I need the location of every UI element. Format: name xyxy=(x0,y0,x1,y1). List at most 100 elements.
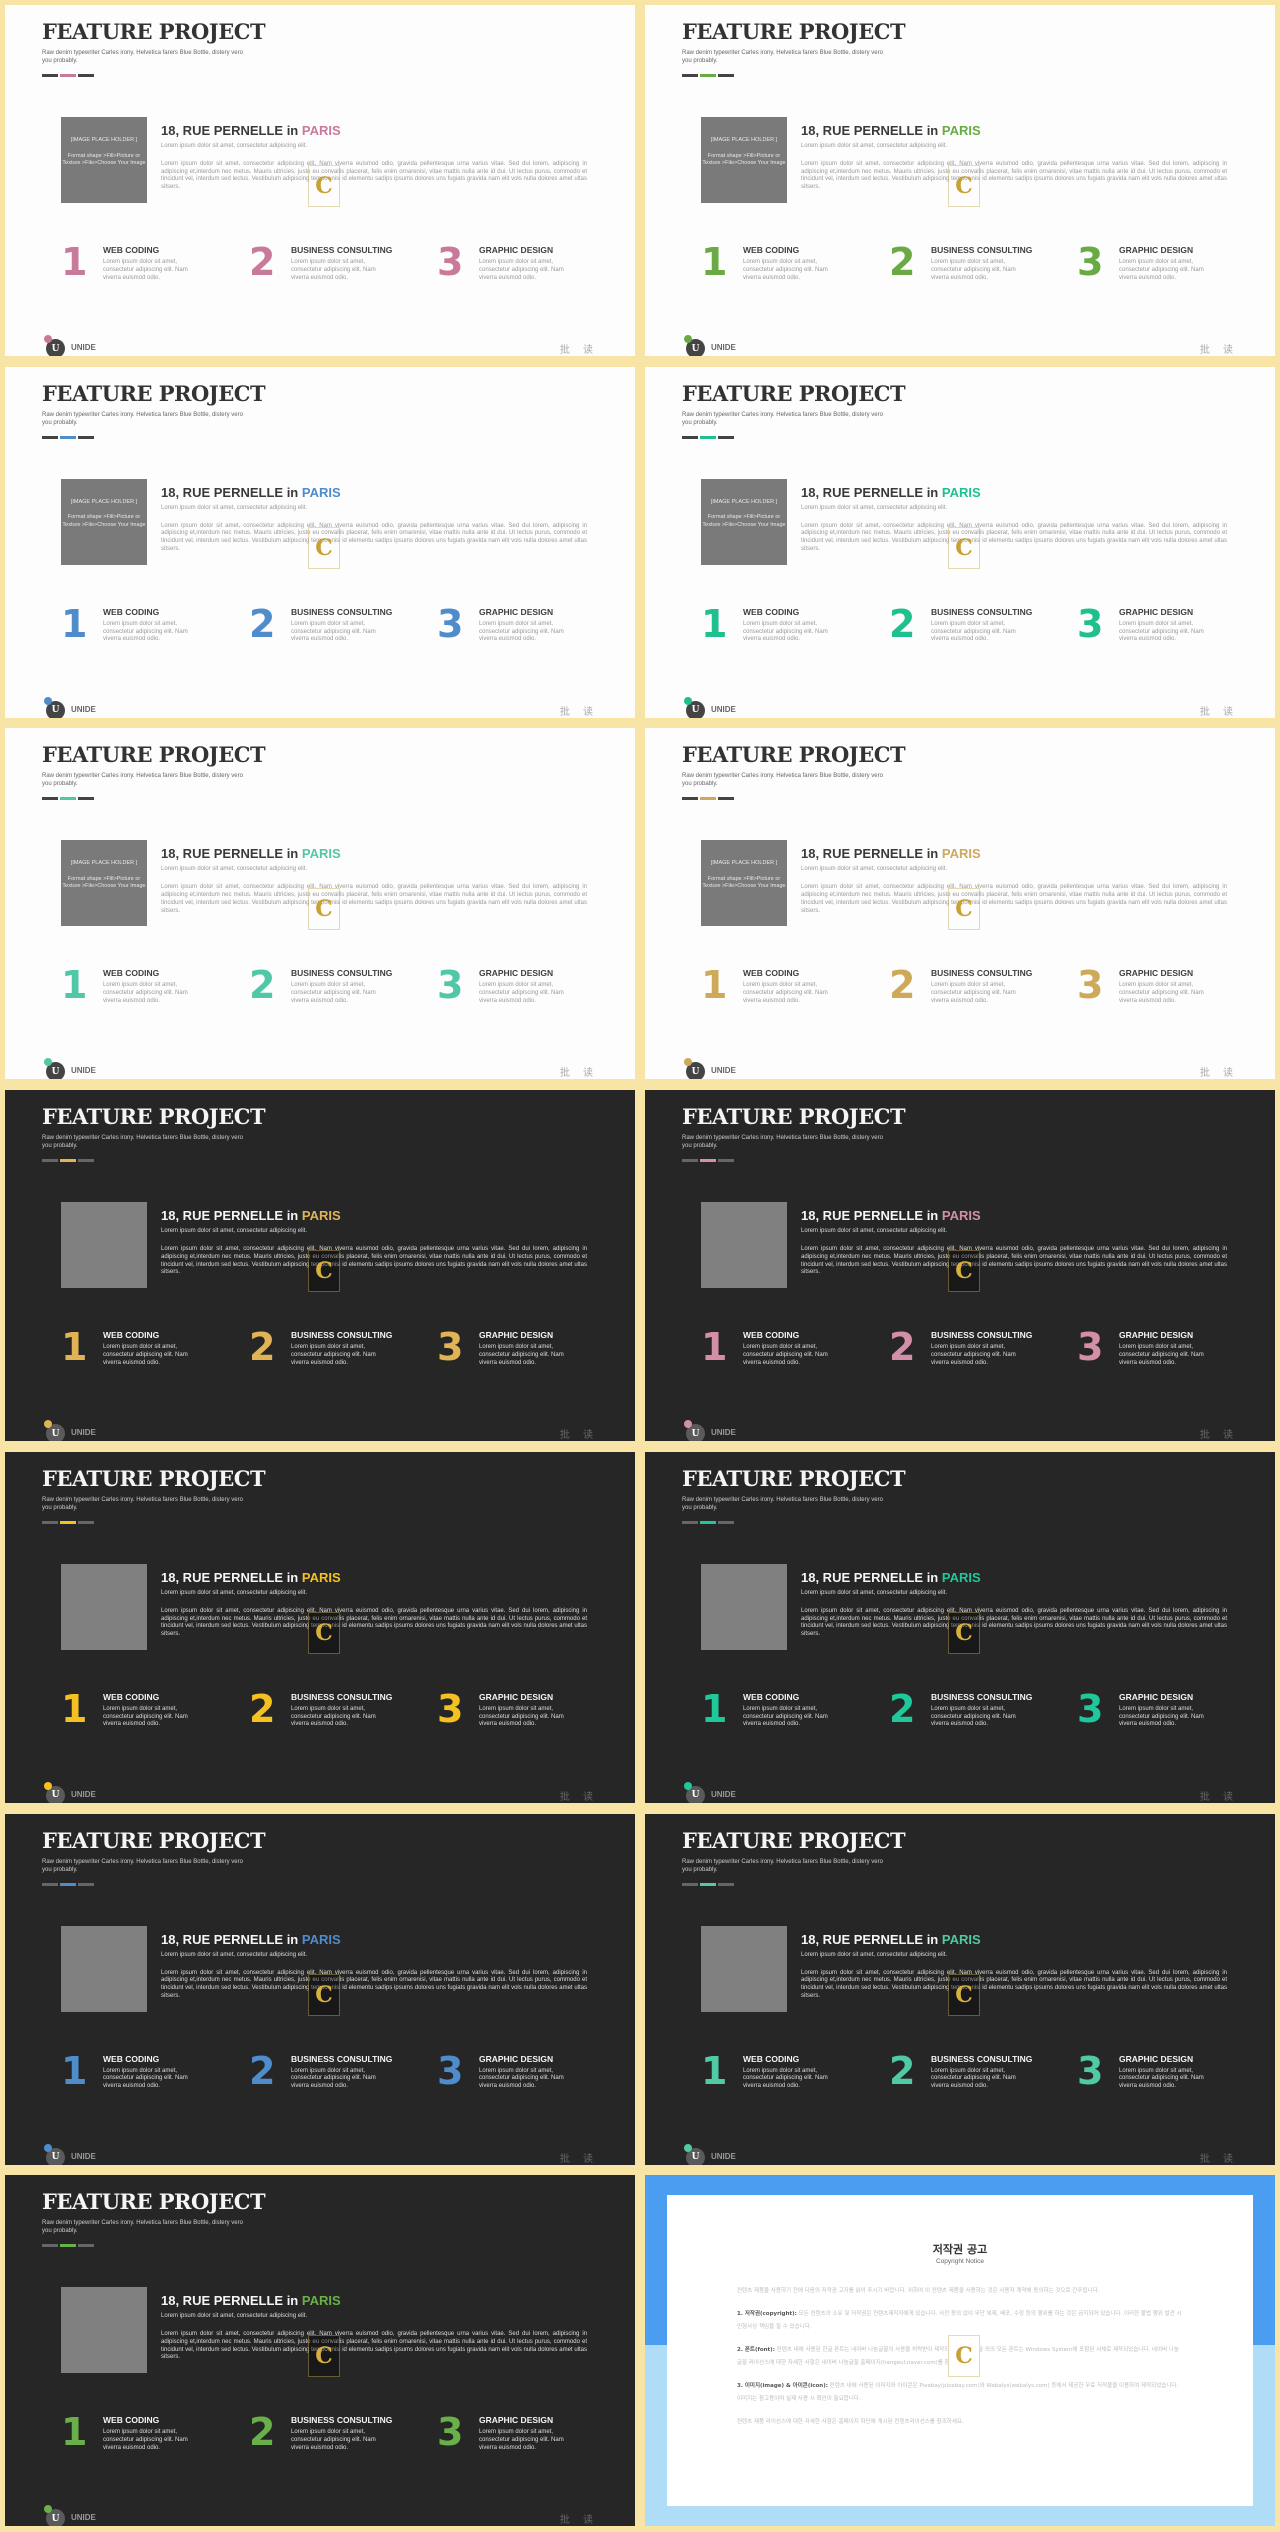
body-paragraph: Lorem ipsum dolor sit amet, consectetur … xyxy=(161,1969,587,1999)
feature-description: Lorem ipsum dolor sit amet, consectetur … xyxy=(479,259,564,281)
unide-logo: U UNIDE xyxy=(682,2143,752,2165)
feature-description: Lorem ipsum dolor sit amet, consectetur … xyxy=(479,982,564,1005)
feature-title: GRAPHIC DESIGN xyxy=(1119,1330,1194,1341)
feature-project-slide[interactable]: FEATURE PROJECT Raw denim typewriter Car… xyxy=(5,1813,635,2165)
headline-address: 18, RUE PERNELLE in xyxy=(801,123,942,138)
feature-item: 1 WEB CODING Lorem ipsum dolor sit amet, c… xyxy=(701,1688,881,1738)
image-placeholder[interactable]: [IMAGE PLACE HOLDER ] Format shape >Fill… xyxy=(61,840,147,927)
slide-title: FEATURE PROJECT xyxy=(42,1104,266,1130)
feature-title: WEB CODING xyxy=(103,2415,160,2426)
feature-item: 1 WEB CODING Lorem ipsum dolor sit amet, c… xyxy=(61,2050,241,2100)
watermark-c-icon: C xyxy=(308,1250,340,1293)
body-paragraph: Lorem ipsum dolor sit amet, consectetur … xyxy=(801,1969,1227,1999)
feature-description: Lorem ipsum dolor sit amet, consectetur … xyxy=(103,259,188,281)
feature-title: GRAPHIC DESIGN xyxy=(1119,1691,1194,1702)
headline-city: PARIS xyxy=(301,484,341,500)
headline-city: PARIS xyxy=(301,846,341,862)
image-placeholder[interactable]: [IMAGE PLACE HOLDER ] Format shape >Fill… xyxy=(61,117,147,203)
feature-project-slide[interactable]: FEATURE PROJECT Raw denim typewriter Car… xyxy=(645,728,1275,1080)
headline-address: 18, RUE PERNELLE in xyxy=(161,1208,302,1224)
feature-item: 3 GRAPHIC DESIGN Lorem ipsum dolor sit ame… xyxy=(437,1688,617,1738)
feature-number: 2 xyxy=(249,1325,276,1370)
image-placeholder[interactable] xyxy=(701,1563,787,1650)
feature-project-slide[interactable]: FEATURE PROJECT Raw denim typewriter Car… xyxy=(645,366,1275,718)
feature-project-slide[interactable]: FEATURE PROJECT Raw denim typewriter Car… xyxy=(5,2175,635,2527)
divider-segment xyxy=(78,2244,94,2248)
image-placeholder[interactable] xyxy=(61,1202,147,1289)
title-divider xyxy=(42,1520,94,1524)
feature-title: WEB CODING xyxy=(103,2053,160,2064)
location-headline: 18, RUE PERNELLE in PARIS xyxy=(801,1208,981,1223)
image-placeholder[interactable] xyxy=(61,1925,147,2012)
feature-project-slide[interactable]: FEATURE PROJECT Raw denim typewriter Car… xyxy=(5,728,635,1080)
feature-project-slide[interactable]: FEATURE PROJECT Raw denim typewriter Car… xyxy=(5,366,635,718)
image-placeholder[interactable]: [IMAGE PLACE HOLDER ] Format shape >Fill… xyxy=(701,117,787,203)
feature-description: Lorem ipsum dolor sit amet, consectetur … xyxy=(743,1705,828,1728)
feature-project-slide[interactable]: FEATURE PROJECT Raw denim typewriter Car… xyxy=(5,1090,635,1442)
divider-accent-segment xyxy=(700,797,716,801)
feature-project-slide[interactable]: FEATURE PROJECT Raw denim typewriter Car… xyxy=(645,5,1275,356)
feature-description: Lorem ipsum dolor sit amet, consectetur … xyxy=(291,259,376,281)
corner-label: 批 读 xyxy=(559,2515,598,2527)
feature-description: Lorem ipsum dolor sit amet, consectetur … xyxy=(743,620,828,643)
slide-subtitle: Raw denim typewriter Carles irony. Helve… xyxy=(682,773,883,788)
location-headline: 18, RUE PERNELLE in PARIS xyxy=(801,1570,981,1585)
feature-number: 1 xyxy=(61,601,88,646)
feature-number: 2 xyxy=(249,601,276,646)
feature-item: 1 WEB CODING Lorem ipsum dolor sit amet, c… xyxy=(61,1688,241,1738)
divider-segment xyxy=(682,435,698,439)
placeholder-instructions: Format shape >Fill>Picture or Texture >F… xyxy=(62,875,146,890)
headline-address: 18, RUE PERNELLE in xyxy=(801,1931,942,1947)
feature-project-slide[interactable]: FEATURE PROJECT Raw denim typewriter Car… xyxy=(645,1813,1275,2165)
feature-item: 1 WEB CODING Lorem ipsum dolor sit amet, c… xyxy=(61,1326,241,1376)
title-divider xyxy=(42,74,94,77)
feature-description: Lorem ipsum dolor sit amet, consectetur … xyxy=(1119,2067,1204,2090)
image-placeholder[interactable] xyxy=(701,1202,787,1289)
feature-title: BUSINESS CONSULTING xyxy=(931,968,1033,979)
unide-logo: U UNIDE xyxy=(42,1420,112,1442)
feature-description: Lorem ipsum dolor sit amet, consectetur … xyxy=(291,1344,376,1366)
feature-title: BUSINESS CONSULTING xyxy=(291,245,393,255)
logo-text: UNIDE xyxy=(71,343,96,352)
divider-segment xyxy=(42,435,58,439)
feature-project-slide[interactable]: FEATURE PROJECT Raw denim typewriter Car… xyxy=(645,1451,1275,1803)
feature-title: WEB CODING xyxy=(743,1691,800,1702)
feature-description: Lorem ipsum dolor sit amet, consectetur … xyxy=(103,1344,188,1366)
slide-subtitle: Raw denim typewriter Carles irony. Helve… xyxy=(42,50,243,64)
feature-description: Lorem ipsum dolor sit amet, consectetur … xyxy=(103,1705,188,1728)
feature-project-slide[interactable]: FEATURE PROJECT Raw denim typewriter Car… xyxy=(645,1090,1275,1442)
headline-address: 18, RUE PERNELLE in xyxy=(801,846,942,862)
headline-city: PARIS xyxy=(941,123,981,138)
headline-address: 18, RUE PERNELLE in xyxy=(161,846,302,862)
image-placeholder[interactable] xyxy=(61,2287,147,2374)
image-placeholder[interactable] xyxy=(701,1925,787,2012)
feature-item: 3 GRAPHIC DESIGN Lorem ipsum dolor sit ame… xyxy=(1077,241,1257,291)
title-divider xyxy=(42,435,94,439)
divider-segment xyxy=(718,435,734,439)
logo-text: UNIDE xyxy=(71,2513,96,2523)
feature-project-slide[interactable]: FEATURE PROJECT Raw denim typewriter Car… xyxy=(5,1451,635,1803)
feature-number: 3 xyxy=(437,601,464,646)
image-placeholder[interactable]: [IMAGE PLACE HOLDER ] Format shape >Fill… xyxy=(701,840,787,927)
copyright-notice-slide[interactable]: 저작권 공고 Copyright Notice 컨텐츠 제품을 사용하기 전에 … xyxy=(645,2175,1275,2527)
feature-item: 2 BUSINESS CONSULTING Lorem ipsum dolor si… xyxy=(249,2050,429,2100)
image-placeholder[interactable] xyxy=(61,1563,147,1650)
image-placeholder[interactable]: [IMAGE PLACE HOLDER ] Format shape >Fill… xyxy=(61,478,147,565)
feature-description: Lorem ipsum dolor sit amet, consectetur … xyxy=(479,1705,564,1728)
feature-description: Lorem ipsum dolor sit amet, consectetur … xyxy=(1119,620,1204,643)
copyright-intro: 컨텐츠 제품을 사용하기 전에 다음의 저작권 고지를 읽어 주시기 바랍니다.… xyxy=(737,2288,1100,2295)
feature-number: 3 xyxy=(1077,1325,1104,1370)
feature-item: 2 BUSINESS CONSULTING Lorem ipsum dolor si… xyxy=(249,603,429,653)
divider-segment xyxy=(682,74,698,77)
title-divider xyxy=(42,1882,94,1886)
feature-description: Lorem ipsum dolor sit amet, consectetur … xyxy=(103,982,188,1005)
feature-description: Lorem ipsum dolor sit amet, consectetur … xyxy=(103,620,188,643)
feature-item: 1 WEB CODING Lorem ipsum dolor sit amet, c… xyxy=(701,2050,881,2100)
watermark-c-icon: C xyxy=(308,526,340,569)
feature-description: Lorem ipsum dolor sit amet, consectetur … xyxy=(291,2429,376,2451)
feature-item: 3 GRAPHIC DESIGN Lorem ipsum dolor sit ame… xyxy=(1077,1688,1257,1738)
feature-number: 2 xyxy=(889,963,916,1008)
placeholder-heading: [IMAGE PLACE HOLDER ] xyxy=(710,860,778,867)
image-placeholder[interactable]: [IMAGE PLACE HOLDER ] Format shape >Fill… xyxy=(701,478,787,565)
feature-project-slide[interactable]: FEATURE PROJECT Raw denim typewriter Car… xyxy=(5,5,635,356)
